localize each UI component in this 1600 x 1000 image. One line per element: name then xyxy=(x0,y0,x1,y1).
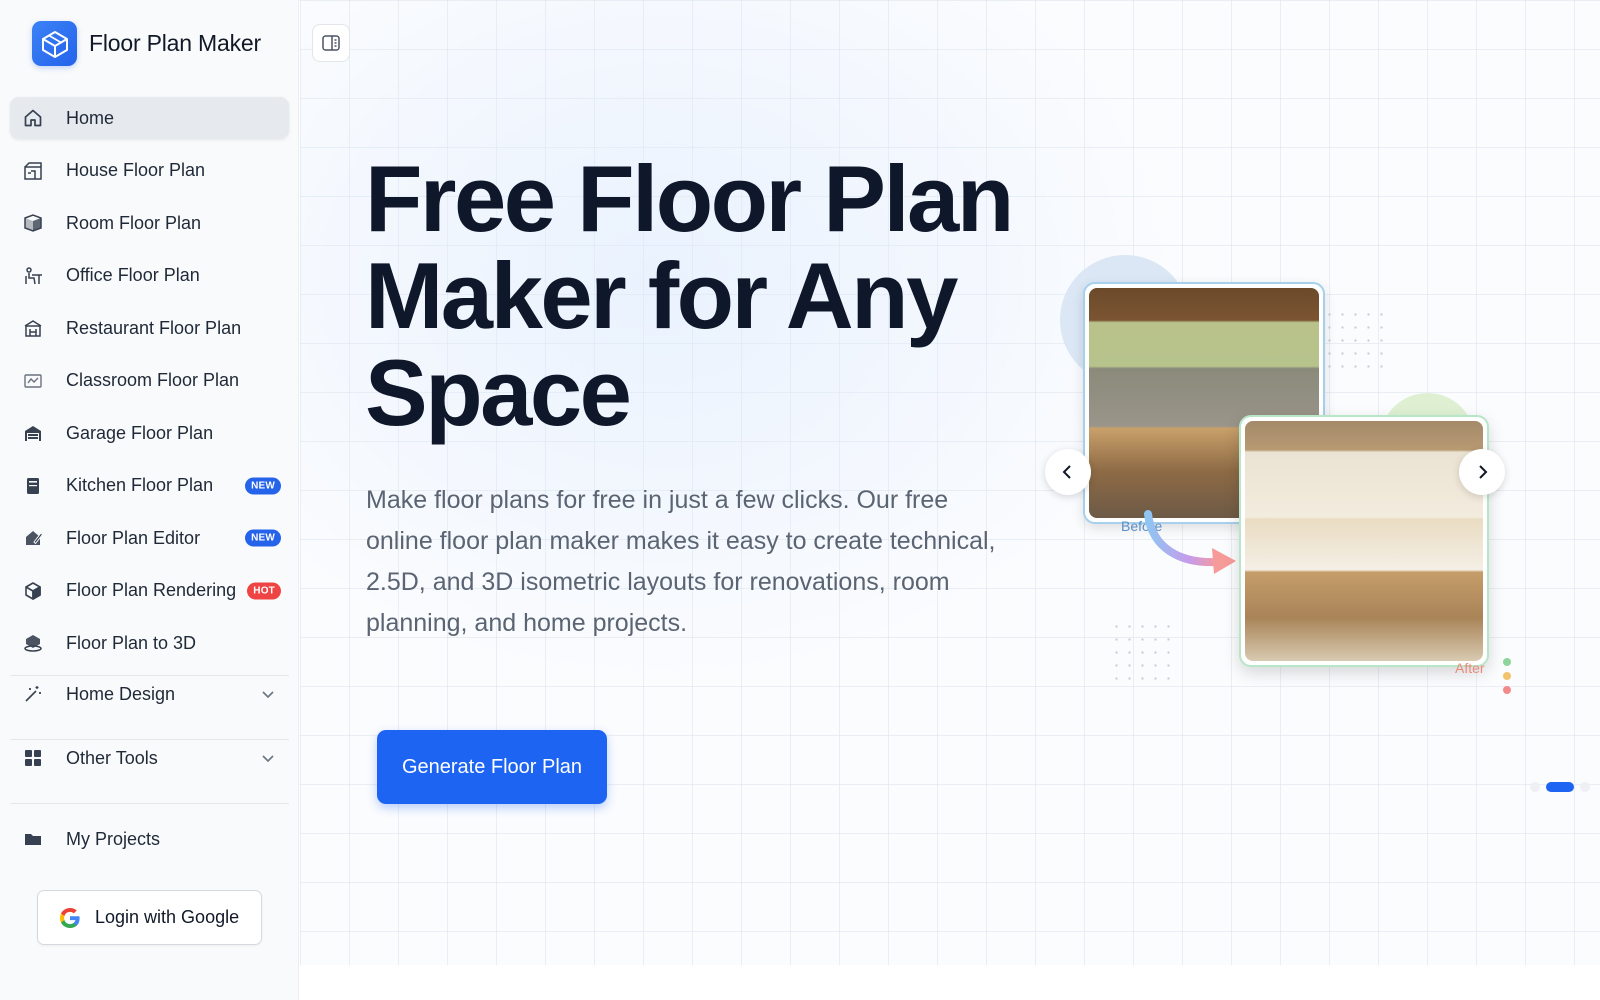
sidebar-item-restaurant-floor-plan[interactable]: Restaurant Floor Plan xyxy=(10,307,289,349)
brand[interactable]: Floor Plan Maker xyxy=(32,21,261,66)
transform-arrow-icon xyxy=(1144,510,1236,574)
sidebar-item-label: My Projects xyxy=(66,828,161,849)
office-desk-icon xyxy=(22,265,44,287)
sidebar-item-label: Home xyxy=(66,107,115,128)
sidebar-item-label: Floor Plan Editor xyxy=(66,527,201,548)
chevron-left-icon xyxy=(1062,465,1071,479)
sidebar-item-room-floor-plan[interactable]: Room Floor Plan xyxy=(10,202,289,244)
sidebar-item-label: House Floor Plan xyxy=(66,160,206,180)
main-content: Free Floor Plan Maker for Any Space Make… xyxy=(300,0,1600,965)
decor-dot xyxy=(1503,658,1511,666)
room-cube-icon xyxy=(22,212,44,234)
pager-dot-active[interactable] xyxy=(1546,782,1574,792)
generate-floor-plan-button[interactable]: Generate Floor Plan xyxy=(377,730,607,804)
hero-title: Free Floor Plan Maker for Any Space xyxy=(365,146,1014,445)
login-with-google-button[interactable]: Login with Google xyxy=(37,890,262,945)
after-image xyxy=(1239,415,1489,667)
hot-badge: HOT xyxy=(247,582,281,599)
brand-title: Floor Plan Maker xyxy=(89,30,261,56)
sidebar-item-label: Garage Floor Plan xyxy=(66,422,214,443)
magic-wand-icon xyxy=(22,683,44,705)
sidebar-item-my-projects[interactable]: My Projects xyxy=(10,818,289,860)
sidebar-group-label: Home Design xyxy=(66,683,176,704)
new-badge: NEW xyxy=(245,477,281,494)
carousel-prev-button[interactable] xyxy=(1045,449,1091,495)
before-after-carousel: Before After xyxy=(1045,240,1545,720)
logo-cube-icon xyxy=(32,21,77,66)
decor-dots xyxy=(1110,620,1180,680)
carousel-pagination xyxy=(1530,782,1590,792)
decor-dot xyxy=(1503,686,1511,694)
grid-tiles-icon xyxy=(22,747,44,769)
chevron-down-icon xyxy=(262,691,274,699)
sidebar-item-floor-plan-editor[interactable]: Floor Plan Editor NEW xyxy=(10,517,289,559)
restaurant-icon xyxy=(22,317,44,339)
render-cube-icon xyxy=(22,580,44,602)
sidebar-item-garage-floor-plan[interactable]: Garage Floor Plan xyxy=(10,412,289,454)
after-label: After xyxy=(1455,660,1485,676)
sidebar-nav: Home House Floor Plan Room Floor Plan Of… xyxy=(10,97,289,675)
pager-dot[interactable] xyxy=(1580,782,1590,792)
3d-icon xyxy=(22,632,44,654)
chevron-down-icon xyxy=(262,755,274,763)
google-icon xyxy=(60,907,80,928)
sidebar-group-other-tools[interactable]: Other Tools xyxy=(10,737,289,779)
sidebar-item-house-floor-plan[interactable]: House Floor Plan xyxy=(10,150,289,192)
sidebar-item-label: Room Floor Plan xyxy=(66,212,202,233)
kitchen-icon xyxy=(22,475,44,497)
sidebar-item-label: Kitchen Floor Plan xyxy=(66,475,214,495)
sidebar-panel-icon xyxy=(322,35,340,51)
sidebar-item-home[interactable]: Home xyxy=(10,97,289,139)
home-icon xyxy=(22,107,44,129)
sidebar-item-label: Classroom Floor Plan xyxy=(66,370,240,390)
sidebar-item-floor-plan-to-3d[interactable]: Floor Plan to 3D xyxy=(10,622,289,664)
sidebar: Floor Plan Maker Home House Floor Plan R… xyxy=(0,0,299,1000)
login-label: Login with Google xyxy=(95,907,240,927)
sidebar-item-label: Restaurant Floor Plan xyxy=(66,317,242,338)
kitchen-after-photo xyxy=(1245,421,1483,661)
sidebar-group-label: Other Tools xyxy=(66,747,158,768)
hero-description: Make floor plans for free in just a few … xyxy=(366,486,996,637)
folder-icon xyxy=(22,828,44,850)
sidebar-group-home-design[interactable]: Home Design xyxy=(10,673,289,715)
sidebar-item-floor-plan-rendering[interactable]: Floor Plan Rendering HOT xyxy=(10,570,289,612)
editor-brush-icon xyxy=(22,527,44,549)
chevron-right-icon xyxy=(1479,465,1488,479)
decor-dot xyxy=(1503,672,1511,680)
sidebar-item-classroom-floor-plan[interactable]: Classroom Floor Plan xyxy=(10,360,289,402)
classroom-board-icon xyxy=(22,370,44,392)
new-badge: NEW xyxy=(245,529,281,547)
divider xyxy=(10,803,289,804)
sidebar-item-label: Floor Plan to 3D xyxy=(66,632,197,653)
carousel-next-button[interactable] xyxy=(1459,449,1505,495)
sidebar-item-kitchen-floor-plan[interactable]: Kitchen Floor Plan NEW xyxy=(10,465,289,507)
sidebar-item-label: Office Floor Plan xyxy=(66,265,200,285)
sidebar-item-office-floor-plan[interactable]: Office Floor Plan xyxy=(10,255,289,297)
sidebar-toggle-button[interactable] xyxy=(312,24,350,62)
garage-icon xyxy=(22,422,44,444)
pager-dot[interactable] xyxy=(1530,782,1540,792)
house-plan-icon xyxy=(22,160,44,182)
sidebar-item-label: Floor Plan Rendering xyxy=(66,580,237,600)
